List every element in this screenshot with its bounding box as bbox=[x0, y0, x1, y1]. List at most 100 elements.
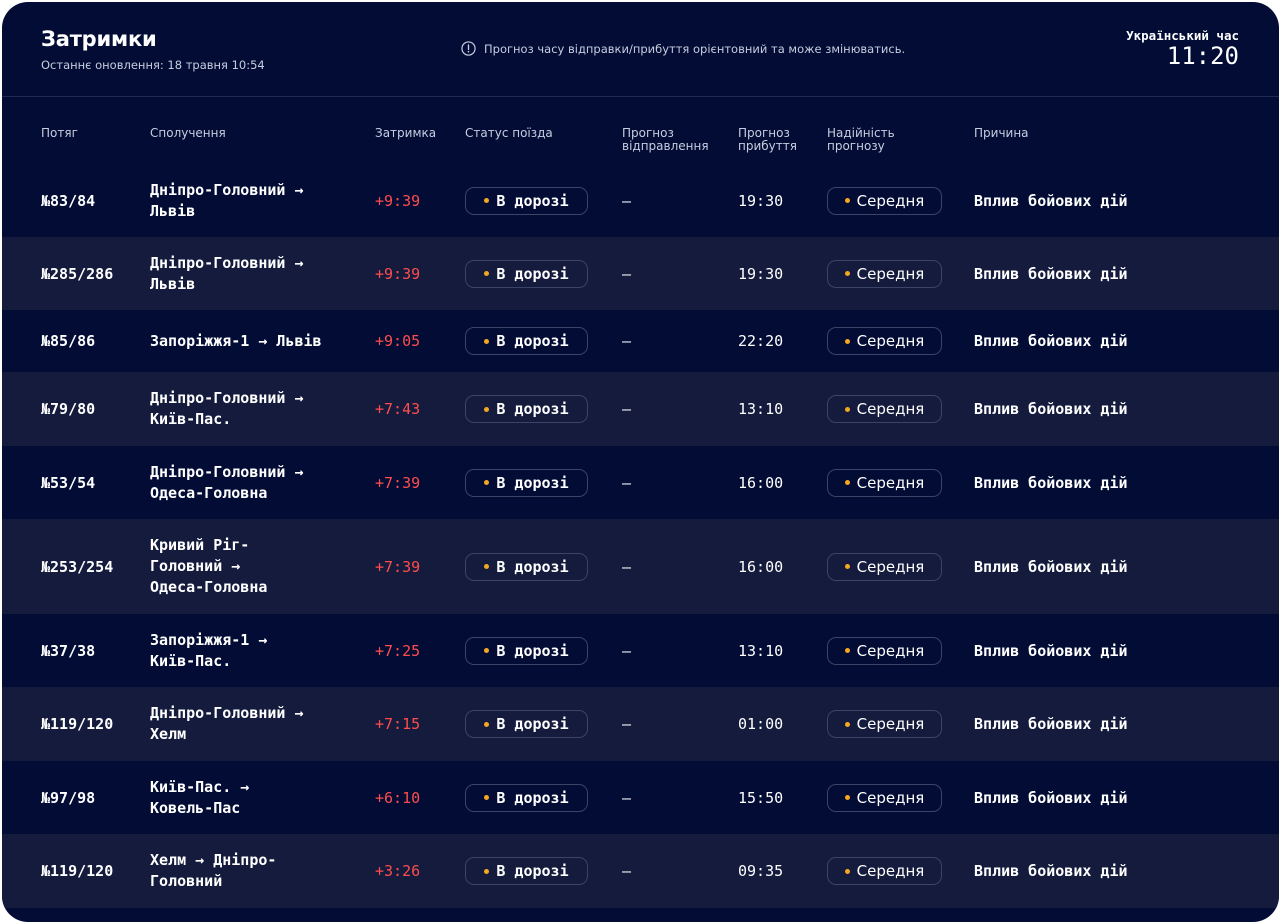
reliability-badge: Середня bbox=[827, 710, 942, 738]
arrival-forecast: 13:10 bbox=[738, 641, 784, 660]
delay-reason: Вплив бойових дій bbox=[974, 400, 1128, 418]
departure-forecast: — bbox=[622, 264, 632, 283]
status-badge: В дорозі bbox=[465, 636, 588, 665]
reliability-label: Середня bbox=[856, 264, 925, 283]
departure-forecast: — bbox=[622, 715, 632, 733]
route-text: Дніпро-Головний → Київ-Пас. bbox=[150, 389, 304, 428]
page-title: Затримки bbox=[41, 27, 157, 51]
status-dot-icon bbox=[484, 480, 490, 485]
train-number: №119/120 bbox=[41, 862, 114, 880]
train-number: №85/86 bbox=[41, 332, 96, 350]
table-row[interactable]: №37/38 Запоріжжя-1 → Київ-Пас. +7:25 В доро… bbox=[2, 614, 1279, 687]
route-text: Запоріжжя-1 → Київ-Пас. bbox=[150, 630, 268, 670]
reliability-label: Середня bbox=[856, 400, 925, 418]
reliability-label: Середня bbox=[856, 557, 925, 576]
departure-forecast: — bbox=[622, 641, 632, 660]
table-row[interactable]: №83/84 Дніпро-Головний → Львів +9:39 В доро… bbox=[2, 164, 1279, 237]
reliability-dot-icon bbox=[844, 868, 850, 874]
departure-forecast: — bbox=[622, 862, 632, 880]
delay-reason: Вплив бойових дій bbox=[974, 191, 1128, 210]
status-dot-icon bbox=[484, 795, 490, 800]
arrival-forecast: 01:00 bbox=[738, 715, 784, 733]
table-row[interactable]: №253/254 Кривий Ріг-Головний → Одеса-Голо… bbox=[2, 519, 1279, 614]
clock-label: Український час bbox=[1126, 28, 1239, 43]
delay-value: +7:43 bbox=[375, 400, 421, 418]
status-dot-icon bbox=[484, 868, 490, 874]
reliability-dot-icon bbox=[844, 564, 850, 569]
route-text: Дніпро-Головний → Одеса-Головна bbox=[150, 462, 304, 502]
delay-reason: Вплив бойових дій bbox=[974, 788, 1128, 807]
status-badge: В дорозі bbox=[465, 857, 588, 885]
reliability-badge: Середня bbox=[827, 395, 942, 423]
status-dot-icon bbox=[484, 406, 490, 412]
reliability-dot-icon bbox=[844, 721, 850, 727]
delay-value: +6:10 bbox=[375, 788, 421, 807]
table-row[interactable]: №285/286 Дніпро-Головний → Львів +9:39 В до… bbox=[2, 237, 1279, 310]
route-text: Запоріжжя-1 → Львів bbox=[150, 331, 322, 350]
route-text: Київ-Пас. → Ковель-Пас bbox=[150, 777, 250, 817]
route-text: Хелм → Дніпро-Головний bbox=[150, 851, 277, 890]
status-badge: В дорозі bbox=[465, 327, 588, 355]
column-header-reason: Причина bbox=[974, 126, 1029, 140]
train-number: №97/98 bbox=[41, 788, 96, 807]
reliability-label: Середня bbox=[856, 715, 925, 733]
status-label: В дорозі bbox=[496, 862, 569, 880]
reliability-label: Середня bbox=[856, 788, 925, 807]
reliability-label: Середня bbox=[856, 473, 925, 492]
table-row[interactable]: №53/54 Дніпро-Головний → Одеса-Головна +7:… bbox=[2, 446, 1279, 519]
status-badge: В дорозі bbox=[465, 783, 588, 812]
forecast-notice-text: Прогноз часу відправки/прибуття орієнтов… bbox=[484, 41, 906, 56]
arrival-forecast: 16:00 bbox=[738, 557, 784, 576]
status-dot-icon bbox=[484, 198, 490, 203]
ukraine-clock: Український час 11:20 bbox=[1126, 28, 1239, 69]
status-badge: В дорозі bbox=[465, 395, 588, 423]
status-label: В дорозі bbox=[496, 264, 569, 283]
status-dot-icon bbox=[484, 338, 490, 344]
route-text: Дніпро-Головний → Львів bbox=[150, 253, 304, 293]
status-badge: В дорозі bbox=[465, 186, 588, 215]
reliability-dot-icon bbox=[844, 338, 850, 344]
status-label: В дорозі bbox=[496, 715, 569, 733]
table-row[interactable]: №97/98 Київ-Пас. → Ковель-Пас +6:10 В дороз… bbox=[2, 761, 1279, 834]
table-row[interactable]: №119/120 Дніпро-Головний → Хелм +7:15 В дор… bbox=[2, 687, 1279, 761]
reliability-badge: Середня bbox=[827, 468, 942, 497]
status-label: В дорозі bbox=[496, 641, 569, 660]
status-badge: В дорозі bbox=[465, 552, 588, 581]
table-row[interactable]: №79/80 Дніпро-Головний → Київ-Пас. +7:43 В … bbox=[2, 372, 1279, 446]
table-header: Потяг Сполучення Затримка Статус поїзда … bbox=[2, 97, 1279, 166]
status-badge: В дорозі bbox=[465, 468, 588, 497]
departure-forecast: — bbox=[622, 332, 632, 350]
column-header-reliability: Надійність прогнозу bbox=[827, 126, 895, 153]
reliability-badge: Середня bbox=[827, 186, 942, 215]
delays-board: Затримки Останнє оновлення: 18 травня 10… bbox=[2, 2, 1279, 922]
table-row[interactable]: №85/86 Запоріжжя-1 → Львів +9:05 В дорозі — 2… bbox=[2, 310, 1279, 372]
train-number: №119/120 bbox=[41, 715, 114, 733]
reliability-label: Середня bbox=[856, 332, 925, 350]
column-header-delay: Затримка bbox=[375, 126, 437, 140]
reliability-badge: Середня bbox=[827, 857, 942, 885]
table-row[interactable]: №119/120 Хелм → Дніпро-Головний +3:26 В дор… bbox=[2, 834, 1279, 908]
column-header-train: Потяг bbox=[41, 126, 78, 140]
train-number: №53/54 bbox=[41, 473, 96, 492]
column-header-route: Сполучення bbox=[150, 126, 226, 140]
route-text: Дніпро-Головний → Львів bbox=[150, 180, 304, 220]
last-updated-text: Останнє оновлення: 18 травня 10:54 bbox=[41, 58, 265, 72]
arrival-forecast: 19:30 bbox=[738, 191, 784, 210]
departure-forecast: — bbox=[622, 788, 632, 807]
arrival-forecast: 15:50 bbox=[738, 788, 784, 807]
reliability-dot-icon bbox=[844, 648, 850, 653]
arrival-forecast: 09:35 bbox=[738, 862, 784, 880]
delay-value: +7:39 bbox=[375, 557, 421, 576]
arrival-forecast: 13:10 bbox=[738, 400, 784, 418]
status-dot-icon bbox=[484, 648, 490, 653]
delay-reason: Вплив бойових дій bbox=[974, 473, 1128, 492]
forecast-notice: Прогноз часу відправки/прибуття орієнтов… bbox=[461, 41, 905, 56]
arrival-forecast: 19:30 bbox=[738, 264, 784, 283]
column-header-arrival: Прогноз прибуття bbox=[738, 126, 797, 153]
status-label: В дорозі bbox=[496, 473, 569, 492]
delay-value: +7:25 bbox=[375, 641, 421, 660]
reliability-badge: Середня bbox=[827, 783, 942, 812]
status-label: В дорозі bbox=[496, 191, 569, 210]
delay-value: +9:05 bbox=[375, 332, 421, 350]
departure-forecast: — bbox=[622, 473, 632, 492]
